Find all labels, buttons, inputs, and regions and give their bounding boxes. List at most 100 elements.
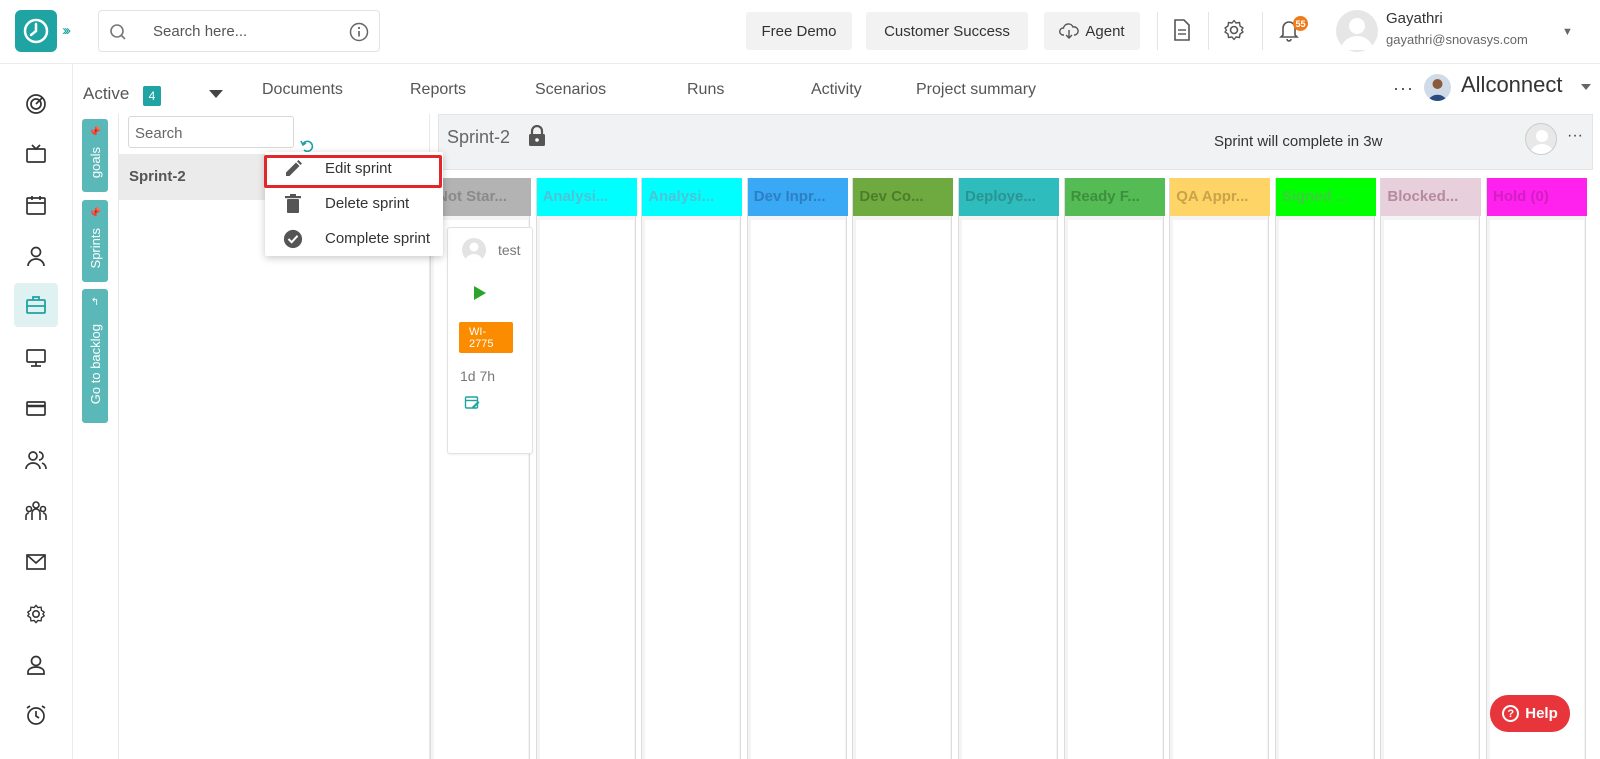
go-to-backlog-tab[interactable]: ↰ Go to backlog — [82, 289, 108, 423]
sprints-tab[interactable]: 📌 Sprints — [82, 200, 108, 282]
search-input[interactable]: Search here... — [153, 23, 247, 40]
board-column: Dev Inpr... — [746, 178, 848, 759]
board-column: Dev Co... — [852, 178, 954, 759]
tab-scenarios[interactable]: Scenarios — [535, 81, 606, 99]
briefcase-projects-icon[interactable] — [14, 283, 58, 327]
column-body — [856, 220, 951, 759]
delete-sprint-menu-item[interactable]: Delete sprint — [265, 187, 443, 221]
document-icon[interactable] — [1171, 18, 1193, 47]
sprint-name: Sprint-2 — [129, 168, 186, 185]
question-icon: ? — [1502, 705, 1520, 722]
settings-icon[interactable] — [22, 600, 50, 628]
app-logo-icon[interactable] — [15, 10, 57, 52]
column-header[interactable]: Hold (0) — [1487, 178, 1587, 216]
active-dropdown-caret-icon[interactable] — [209, 90, 223, 98]
play-icon[interactable] — [474, 286, 486, 300]
left-navigation — [0, 64, 73, 759]
column-body — [1067, 220, 1162, 759]
notification-badge: 55 — [1293, 16, 1308, 31]
column-body — [750, 220, 845, 759]
board-more-options-icon[interactable]: ··· — [1567, 127, 1583, 145]
column-body — [962, 220, 1056, 759]
project-avatar — [1424, 74, 1451, 101]
divider — [1262, 12, 1263, 50]
agent-button[interactable]: Agent — [1044, 12, 1140, 50]
column-header[interactable]: Signed ... — [1275, 178, 1376, 216]
column-header[interactable]: Analysi... — [536, 178, 637, 216]
tab-documents[interactable]: Documents — [262, 81, 343, 99]
pin-icon: 📌 — [88, 208, 102, 219]
global-search[interactable]: Search here... — [98, 10, 380, 52]
sprint-search-input[interactable]: Search — [128, 116, 294, 148]
pin-icon: 📌 — [88, 127, 102, 138]
users-icon[interactable] — [22, 446, 50, 474]
board-column: Ready F... — [1063, 178, 1165, 759]
top-bar: ››› Search here... Free Demo Customer Su… — [0, 0, 1600, 64]
assignee-name: test — [498, 242, 521, 258]
column-header[interactable]: Deploye... — [959, 178, 1059, 216]
more-options-icon[interactable]: ··· — [1393, 78, 1414, 99]
board-header: Sprint-2 Sprint will complete in 3w ··· — [438, 114, 1593, 170]
board-column: Analysi... — [641, 178, 743, 759]
profile-icon[interactable] — [22, 651, 50, 679]
board-column: Blocked... — [1380, 178, 1482, 759]
dashboard-target-icon[interactable] — [22, 90, 50, 118]
pencil-icon — [283, 159, 303, 179]
active-count-badge: 4 — [143, 86, 161, 106]
column-header[interactable]: QA Appr... — [1170, 178, 1271, 216]
column-header[interactable]: Analysi... — [642, 178, 743, 216]
credit-card-icon[interactable] — [22, 394, 50, 422]
divider — [1208, 12, 1209, 50]
edit-sprint-menu-item[interactable]: Edit sprint — [265, 152, 443, 186]
work-item-id-badge[interactable]: WI-2775 — [459, 322, 513, 353]
board-user-avatar[interactable] — [1525, 123, 1557, 155]
person-icon[interactable] — [22, 242, 50, 270]
user-avatar[interactable] — [1336, 10, 1378, 52]
column-body — [539, 220, 634, 759]
help-label: Help — [1525, 705, 1558, 722]
calendar-edit-icon[interactable] — [464, 394, 480, 415]
cloud-download-icon — [1059, 23, 1080, 39]
tv-icon[interactable] — [22, 140, 50, 168]
column-body — [1384, 220, 1479, 759]
work-item-card[interactable]: test WI-2775 1d 7h — [447, 227, 533, 454]
alarm-clock-icon[interactable] — [22, 701, 50, 729]
mail-icon[interactable] — [22, 548, 50, 576]
tab-project-summary[interactable]: Project summary — [916, 81, 1036, 99]
sprint-board: Sprint-2 Sprint will complete in 3w ··· … — [430, 114, 1600, 759]
column-header[interactable]: Not Star... — [431, 178, 531, 216]
help-button[interactable]: ? Help — [1490, 695, 1570, 732]
check-circle-icon — [283, 229, 303, 249]
board-column: QA Appr... — [1169, 178, 1271, 759]
divider — [1157, 12, 1158, 50]
column-body — [1278, 220, 1373, 759]
settings-gear-icon[interactable] — [1222, 18, 1246, 47]
calendar-icon[interactable] — [22, 191, 50, 219]
monitor-icon[interactable] — [22, 344, 50, 372]
column-header[interactable]: Ready F... — [1064, 178, 1165, 216]
active-filter-label[interactable]: Active — [83, 84, 129, 104]
project-name[interactable]: Allconnect — [1461, 72, 1563, 98]
user-email: gayathri@snovasys.com — [1386, 32, 1528, 47]
tab-reports[interactable]: Reports — [410, 81, 466, 99]
project-dropdown-caret-icon[interactable] — [1581, 84, 1591, 90]
tab-runs[interactable]: Runs — [687, 81, 724, 99]
column-header[interactable]: Blocked... — [1381, 178, 1482, 216]
agent-label: Agent — [1085, 22, 1125, 40]
sprint-status-text: Sprint will complete in 3w — [1214, 133, 1383, 150]
column-body — [1490, 220, 1584, 759]
info-icon[interactable] — [349, 22, 369, 47]
column-header[interactable]: Dev Inpr... — [747, 178, 848, 216]
sprint-context-menu: Edit sprint Delete sprint Complete sprin… — [265, 152, 443, 256]
goals-tab[interactable]: 📌 goals — [82, 119, 108, 192]
free-demo-button[interactable]: Free Demo — [746, 12, 852, 50]
complete-sprint-menu-item[interactable]: Complete sprint — [265, 222, 443, 256]
team-icon[interactable] — [22, 497, 50, 525]
column-body — [1173, 220, 1268, 759]
column-header[interactable]: Dev Co... — [853, 178, 954, 216]
customer-success-button[interactable]: Customer Success — [866, 12, 1028, 50]
board-column: Signed ... — [1274, 178, 1376, 759]
user-menu-caret-icon[interactable]: ▼ — [1562, 26, 1573, 38]
expand-menu-icon[interactable]: ››› — [62, 22, 71, 39]
tab-activity[interactable]: Activity — [811, 81, 862, 99]
